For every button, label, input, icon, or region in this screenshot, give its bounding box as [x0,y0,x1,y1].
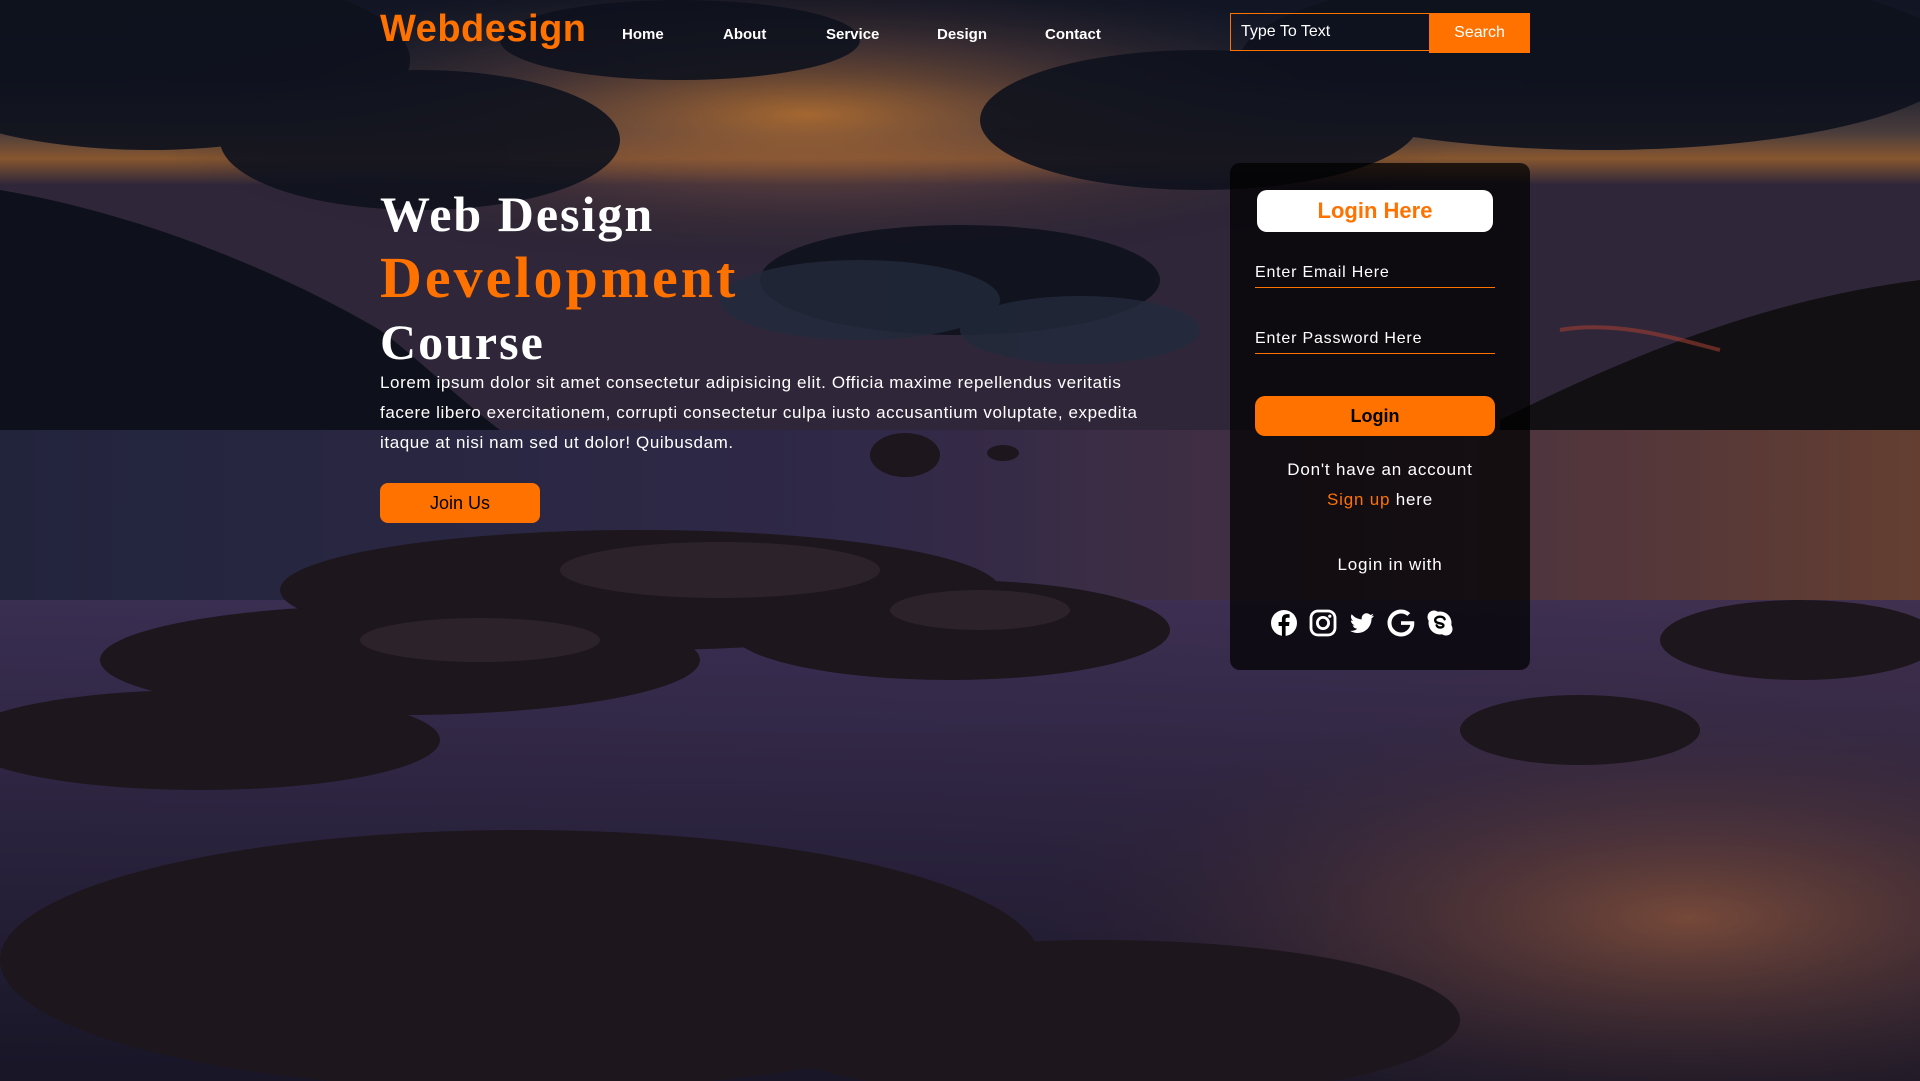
hero-title-line1: Web Design [380,186,655,242]
instagram-icon[interactable] [1308,608,1338,638]
google-icon[interactable] [1386,608,1416,638]
nav-item-contact[interactable]: Contact [1045,26,1101,43]
skype-icon[interactable] [1425,608,1455,638]
nav-item-about[interactable]: About [723,26,766,43]
signup-suffix: here [1390,490,1433,509]
signup-line: Sign up here [1230,490,1530,510]
no-account-text: Don't have an account [1287,460,1473,479]
nav-item-design[interactable]: Design [937,26,987,43]
signup-link[interactable]: Sign up [1327,490,1390,509]
password-field[interactable] [1255,324,1495,354]
landing-page: Webdesign Home About Service Design Cont… [0,0,1920,1081]
email-field[interactable] [1255,258,1495,288]
social-login-icons [1230,608,1530,640]
hero-title-line2: Development [380,245,739,310]
twitter-icon[interactable] [1347,608,1377,638]
hero-title-line3: Course [380,314,545,370]
hero-title: Web Design Development Course [380,182,738,374]
main-nav: Home About Service Design Contact [0,26,1920,46]
background-landscape-image [0,0,1920,1081]
search-input[interactable] [1230,13,1429,51]
facebook-icon[interactable] [1269,608,1299,638]
login-card-title: Login Here [1257,190,1493,232]
login-button[interactable]: Login [1255,396,1495,436]
nav-item-service[interactable]: Service [826,26,879,43]
join-us-button[interactable]: Join Us [380,483,540,523]
login-card: Login Here Login Don't have an account S… [1230,163,1530,670]
login-with-text: Login in with [1337,555,1443,574]
search-button[interactable]: Search [1429,13,1530,53]
hero-description: Lorem ipsum dolor sit amet consectetur a… [380,373,1138,452]
nav-item-home[interactable]: Home [622,26,664,43]
